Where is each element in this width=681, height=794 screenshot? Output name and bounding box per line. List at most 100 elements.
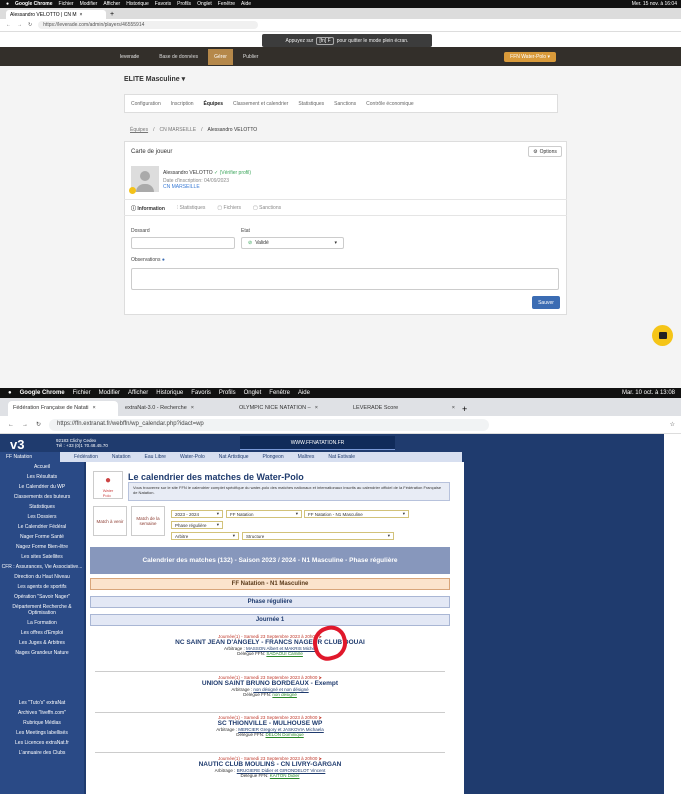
url-field[interactable]: https://leverade.com/admin/players/46555… <box>38 21 259 29</box>
new-tab-icon[interactable]: + <box>462 404 467 414</box>
url-field[interactable]: https://ffn.extranat.fr/webffn/wp_calend… <box>49 418 490 431</box>
reload-icon[interactable]: ↻ <box>28 22 32 28</box>
tab-card-statistiques[interactable]: ⫶ Statistiques <box>177 205 206 212</box>
role-select[interactable]: Arbitre ▾ <box>171 532 239 540</box>
menu-app[interactable]: Google Chrome <box>20 390 65 396</box>
sidebar-item[interactable]: Les Meetings labellisés <box>0 728 84 738</box>
back-icon[interactable]: ← <box>8 422 14 428</box>
menu-bookmarks[interactable]: Favoris <box>155 1 171 7</box>
dossard-input[interactable] <box>131 237 235 249</box>
sidebar-item[interactable]: Rubrique Médias <box>0 718 84 728</box>
org-select[interactable]: FF Natation ▾ <box>226 510 302 518</box>
sidebar-item[interactable]: Opération "Savoir Nager" <box>0 592 84 602</box>
etat-select[interactable]: ⊘ Validé ▾ <box>241 237 344 249</box>
site-www[interactable]: WWW.FFNATATION.FR <box>240 436 395 450</box>
sidebar-item[interactable]: La Formation <box>0 618 84 628</box>
menu-edit[interactable]: Modifier <box>99 390 120 396</box>
reload-icon[interactable]: ↻ <box>36 421 41 428</box>
close-icon[interactable]: × <box>80 12 83 18</box>
tab-sanctions[interactable]: Sanctions <box>334 101 356 107</box>
club-link[interactable]: CN MARSEILLE <box>163 184 200 190</box>
sidebar-item[interactable]: Nages Grandeur Nature <box>0 648 84 658</box>
tab-controle[interactable]: Contrôle économique <box>366 101 414 107</box>
menu-window[interactable]: Fenêtre <box>218 1 235 7</box>
sidebar-item[interactable]: Nager Forme Santé <box>0 532 84 542</box>
save-button[interactable]: Sauver <box>532 296 560 309</box>
season-select[interactable]: 2023 - 2024 ▾ <box>171 510 223 518</box>
nav-eau-libre[interactable]: Eau Libre <box>145 454 166 460</box>
sidebar-item[interactable]: Les Résultats <box>0 472 84 482</box>
nav-ffn[interactable]: FF Natation <box>0 452 60 462</box>
sidebar-item[interactable]: Les offres d'Emploi <box>0 628 84 638</box>
team-selector[interactable]: FFN Water-Polo ▾ <box>504 51 556 62</box>
apple-icon[interactable]: ● <box>8 390 12 396</box>
tab-statistiques[interactable]: Statistiques <box>298 101 324 107</box>
sidebar-item[interactable]: Archives "liveffn.com" <box>0 708 84 718</box>
tab-classement[interactable]: Classement et calendrier <box>233 101 288 107</box>
browser-tab[interactable]: OLYMPIC NICE NATATION – × <box>234 401 346 416</box>
verify-profile-link[interactable]: ✓ (Vérifier profil) <box>214 170 251 176</box>
sidebar-item[interactable]: Les Licences extraNat.fr <box>0 738 84 748</box>
sidebar-item[interactable]: Classements des buteurs <box>0 492 84 502</box>
sidebar-item[interactable]: CFR : Assurances, Vie Associative... <box>0 562 84 572</box>
tab-inscription[interactable]: Inscription <box>171 101 194 107</box>
browser-tab[interactable]: Fédération Française de Natati × <box>8 401 118 416</box>
chat-button[interactable] <box>652 325 673 346</box>
competition-select[interactable]: FF Natation - N1 Masculine ▾ <box>304 510 409 518</box>
match-name[interactable]: SC THIONVILLE - MULHOUSE WP <box>95 720 445 727</box>
menu-help[interactable]: Aide <box>298 390 310 396</box>
competition-title[interactable]: ELITE Masculine ▾ <box>124 75 185 83</box>
tab-fichiers[interactable]: ▢ Fichiers <box>217 205 241 212</box>
nav-publish[interactable]: Publier <box>243 54 259 60</box>
tab-configuration[interactable]: Configuration <box>131 101 161 107</box>
nav-nat-artistique[interactable]: Nat Artistique <box>219 454 249 460</box>
sidebar-item[interactable]: Accueil <box>0 462 84 472</box>
sidebar-item[interactable]: Les "Tuto's" extraNat <box>0 698 84 708</box>
forward-icon[interactable]: → <box>17 22 22 28</box>
nav-manage[interactable]: Gérer <box>208 48 233 65</box>
menu-view[interactable]: Afficher <box>128 390 148 396</box>
nav-database[interactable]: Base de données <box>159 54 198 60</box>
match-a-venir-button[interactable]: Match à venir <box>93 506 127 536</box>
sidebar-item[interactable]: Le Calendrier du WP <box>0 482 84 492</box>
menu-tab[interactable]: Onglet <box>244 390 262 396</box>
tab-information[interactable]: ⓘ Information <box>131 205 165 212</box>
menu-app[interactable]: Google Chrome <box>15 1 53 7</box>
crumb-club[interactable]: CN MARSEILLE <box>159 127 196 133</box>
sidebar-item[interactable]: Département Recherche & Optimisation <box>0 602 84 618</box>
menu-file[interactable]: Fichier <box>59 1 74 7</box>
nav-federation[interactable]: Fédération <box>74 454 98 460</box>
menu-window[interactable]: Fenêtre <box>269 390 290 396</box>
leverade-logo[interactable]: leverade <box>120 54 139 60</box>
match-name[interactable]: NAUTIC CLUB MOULINS - CN LIVRY-GARGAN <box>95 761 445 768</box>
menu-view[interactable]: Afficher <box>103 1 120 7</box>
match-semaine-button[interactable]: Match de la semaine <box>131 506 165 536</box>
tab-card-sanctions[interactable]: ▢ Sanctions <box>253 205 281 212</box>
star-icon[interactable]: ☆ <box>670 421 675 428</box>
phase-select[interactable]: Phase régulière ▾ <box>171 521 223 529</box>
nav-plongeon[interactable]: Plongeon <box>263 454 284 460</box>
sidebar-item[interactable]: Les Juges & Arbitres <box>0 638 84 648</box>
nav-nat-estivale[interactable]: Nat Estivale <box>328 454 355 460</box>
browser-tab[interactable]: Alessandro VELOTTO | CN M × <box>6 10 106 19</box>
sidebar-item[interactable]: Les Dossiers <box>0 512 84 522</box>
observations-textarea[interactable] <box>131 268 559 290</box>
menu-history[interactable]: Historique <box>126 1 149 7</box>
menu-history[interactable]: Historique <box>156 390 183 396</box>
menu-tab[interactable]: Onglet <box>197 1 212 7</box>
sidebar-item[interactable]: Les sites Satellites <box>0 552 84 562</box>
sidebar-item[interactable]: Direction du Haut Niveau <box>0 572 84 582</box>
match-name[interactable]: NC SAINT JEAN D'ANGELY - FRANCS NAGEUR C… <box>95 639 445 646</box>
menu-file[interactable]: Fichier <box>73 390 91 396</box>
sidebar-item[interactable]: Les agents de sportifs <box>0 582 84 592</box>
structure-select[interactable]: Structure ▾ <box>242 532 394 540</box>
menu-profiles[interactable]: Profils <box>219 390 236 396</box>
sidebar-item[interactable]: Statistiques <box>0 502 84 512</box>
tab-equipes[interactable]: Équipes <box>204 101 223 107</box>
sidebar-item[interactable]: L'annuaire des Clubs <box>0 748 84 758</box>
apple-icon[interactable]: ● <box>6 1 9 7</box>
browser-tab[interactable]: extraNat-3.0 - Recherche × <box>120 401 232 416</box>
back-icon[interactable]: ← <box>6 22 11 28</box>
new-tab-icon[interactable]: + <box>110 11 114 18</box>
nav-maitres[interactable]: Maîtres <box>298 454 315 460</box>
